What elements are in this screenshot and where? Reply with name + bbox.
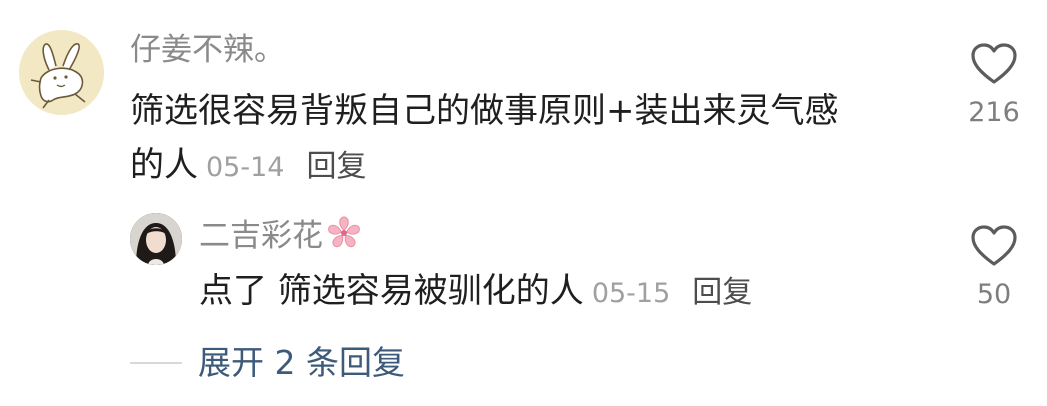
portrait-photo-icon — [130, 213, 182, 265]
avatar[interactable] — [19, 30, 104, 115]
comment-text-line-2: 的人 05-14 回复 — [130, 138, 366, 195]
reply-like-count: 50 — [976, 279, 1012, 310]
divider-line — [130, 362, 182, 364]
rabbit-drawing-icon — [19, 30, 104, 115]
comment-like-count: 216 — [968, 97, 1020, 128]
reply-like-button[interactable]: 50 — [959, 224, 1029, 312]
heart-outline-icon — [971, 43, 1017, 84]
expand-replies-row[interactable]: 展开 2 条回复 — [130, 338, 405, 388]
reply-avatar[interactable] — [130, 213, 182, 265]
comment-text-continued: 的人 — [130, 145, 198, 185]
reply-username-text: 二吉彩花 — [199, 218, 323, 254]
cherry-blossom-icon — [328, 216, 360, 248]
comment-thread: 仔姜不辣。 筛选很容易背叛自己的做事原则+装出来灵气感 的人 05-14 回复 21… — [0, 0, 1047, 406]
reply-reply-button[interactable]: 回复 — [692, 275, 752, 310]
expand-replies-link[interactable]: 展开 2 条回复 — [198, 338, 405, 388]
comment-like-button[interactable]: 216 — [959, 42, 1029, 130]
reply-text-line: 点了 筛选容易被驯化的人 05-15 回复 — [199, 264, 752, 321]
comment-username[interactable]: 仔姜不辣。 — [130, 30, 285, 70]
heart-outline-icon — [971, 225, 1017, 266]
comment-text-line-1: 筛选很容易背叛自己的做事原则+装出来灵气感 — [130, 91, 839, 131]
reply-text: 点了 筛选容易被驯化的人 — [199, 271, 584, 311]
reply-date: 05-15 — [591, 278, 671, 309]
comment-date: 05-14 — [206, 152, 285, 183]
reply-username[interactable]: 二吉彩花 — [199, 214, 363, 256]
comment-reply-button[interactable]: 回复 — [306, 149, 366, 184]
